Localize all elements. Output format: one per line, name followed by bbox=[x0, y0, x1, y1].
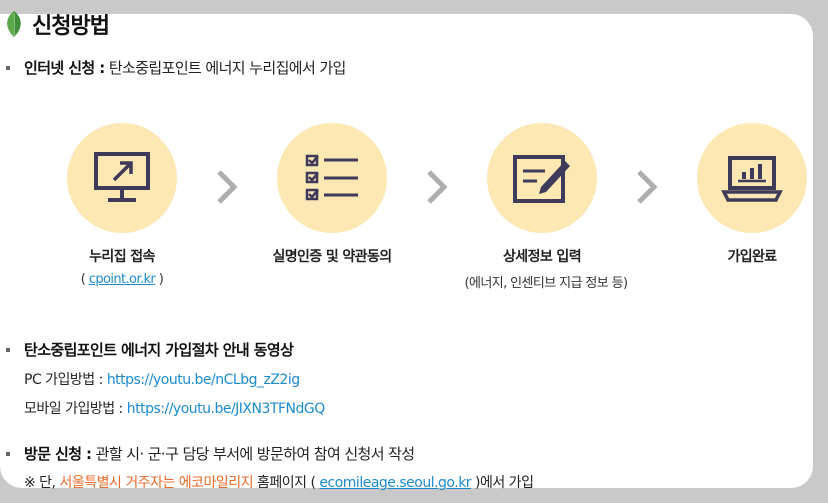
checklist-icon bbox=[305, 154, 358, 201]
mobile-guide-label: 모바일 가입방법 : bbox=[24, 401, 123, 417]
step-circle-verify bbox=[277, 123, 387, 233]
bullet bbox=[6, 452, 10, 456]
internet-apply-label: 인터넷 신청 : bbox=[24, 59, 105, 77]
video-guide-title: 탄소중립포인트 에너지 가입절차 안내 동영상 bbox=[24, 341, 294, 359]
step-label-verify: 실명인증 및 약관동의 bbox=[272, 249, 392, 265]
chevron-right-icon bbox=[217, 170, 238, 204]
step-circle-details bbox=[487, 123, 597, 233]
page-title: 신청방법 bbox=[32, 14, 110, 39]
pc-guide-line: PC 가입방법 : https://youtu.be/nCLbg_zZ2ig bbox=[24, 369, 300, 389]
visit-note-line: ※ 단, 서울특별시 거주자는 에코마일리지 홈페이지 ( ecomileage… bbox=[24, 472, 534, 492]
chevron-right-icon bbox=[637, 170, 658, 204]
bullet bbox=[6, 66, 10, 70]
step-circle-complete bbox=[697, 123, 807, 233]
step-label-details: 상세정보 입력 bbox=[503, 249, 582, 265]
mobile-guide-link[interactable]: https://youtu.be/JIXN3TFNdGQ bbox=[127, 401, 326, 417]
internet-apply-line: 인터넷 신청 : 탄소중립포인트 에너지 누리집에서 가입 bbox=[24, 57, 346, 78]
step-note-connect: ( cpoint.or.kr ) bbox=[12, 272, 232, 287]
note-suffix: )에서 가입 bbox=[471, 475, 534, 491]
note-prefix: ※ 단, bbox=[24, 475, 60, 491]
step-label-connect: 누리집 접속 bbox=[89, 249, 155, 265]
step-circle-connect bbox=[67, 123, 177, 233]
visit-apply-line: 방문 신청 : 관할 시· 군·구 담당 부서에 방문하여 참여 신청서 작성 bbox=[24, 443, 415, 464]
internet-apply-text: 탄소중립포인트 에너지 누리집에서 가입 bbox=[108, 59, 347, 77]
pc-guide-link[interactable]: https://youtu.be/nCLbg_zZ2ig bbox=[107, 372, 300, 388]
section-header: 신청방법 bbox=[4, 8, 110, 40]
chevron-right-icon bbox=[427, 170, 448, 204]
step-note-details: (에너지, 인센티브 지급 정보 등) bbox=[464, 276, 629, 291]
seoul-highlight: 서울특별시 거주자는 에코마일리지 bbox=[59, 475, 254, 491]
step-label-complete: 가입완료 bbox=[727, 249, 777, 265]
pc-guide-label: PC 가입방법 : bbox=[24, 372, 103, 388]
laptop-chart-icon bbox=[721, 156, 783, 202]
monitor-arrow-icon bbox=[94, 152, 150, 202]
mobile-guide-line: 모바일 가입방법 : https://youtu.be/JIXN3TFNdGQ bbox=[24, 398, 325, 418]
form-edit-icon bbox=[513, 155, 570, 203]
visit-apply-label: 방문 신청 : bbox=[24, 445, 92, 463]
note-mid: 홈페이지 ( bbox=[253, 475, 320, 491]
leaf-icon bbox=[7, 11, 21, 37]
cpoint-link[interactable]: cpoint.or.kr bbox=[89, 272, 156, 287]
paren-close: ) bbox=[155, 272, 164, 287]
paren-open: ( bbox=[80, 272, 89, 287]
bullet bbox=[6, 348, 10, 352]
ecomileage-link[interactable]: ecomileage.seoul.go.kr bbox=[319, 475, 471, 491]
visit-apply-text: 관할 시· 군·구 담당 부서에 방문하여 참여 신청서 작성 bbox=[95, 445, 415, 463]
